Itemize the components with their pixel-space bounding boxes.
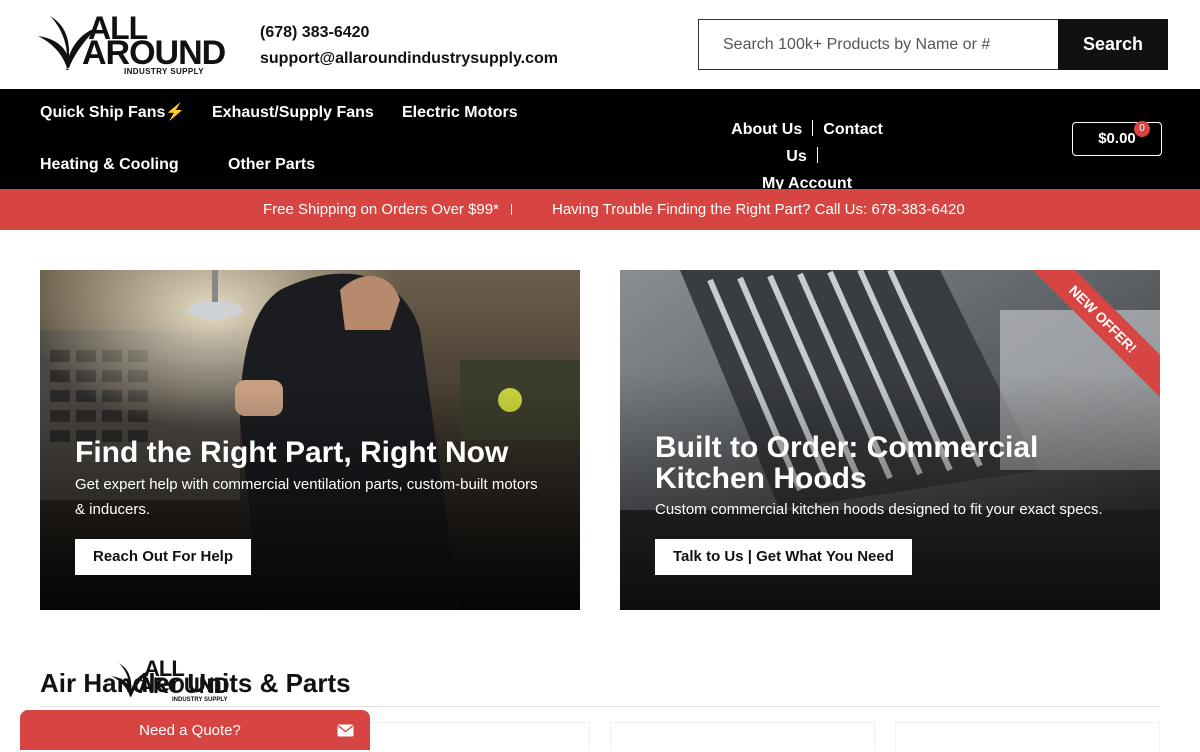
hero-description: Custom commercial kitchen hoods designed… bbox=[655, 501, 1103, 518]
divider bbox=[816, 147, 818, 163]
logo-subtitle: INDUSTRY SUPPLY bbox=[172, 697, 228, 703]
logo-text-around: AROUND bbox=[138, 673, 230, 698]
email-address[interactable]: support@allaroundindustrysupply.com bbox=[260, 46, 558, 72]
talk-to-us-button[interactable]: Talk to Us | Get What You Need bbox=[655, 539, 912, 575]
search-button[interactable]: Search bbox=[1058, 19, 1168, 70]
nav-item-other-parts[interactable]: Other Parts bbox=[228, 157, 315, 173]
promo-bar: Free Shipping on Orders Over $99* Having… bbox=[0, 189, 1200, 230]
divider bbox=[812, 120, 814, 136]
nav-item-electric-motors[interactable]: Electric Motors bbox=[402, 105, 518, 121]
hero-card-find-part: Find the Right Part, Right Now Get exper… bbox=[40, 270, 580, 610]
main-navigation: Quick Ship Fans⚡ Exhaust/Supply Fans Ele… bbox=[0, 89, 1200, 192]
search-input[interactable] bbox=[698, 19, 1059, 70]
hero-card-kitchen-hoods: NEW OFFER! Built to Order: Commercial Ki… bbox=[620, 270, 1160, 610]
cart-total: $0.00 bbox=[1098, 130, 1136, 147]
site-logo[interactable]: ALL AROUND INDUSTRY SUPPLY bbox=[36, 12, 228, 78]
quote-label: Need a Quote? bbox=[139, 722, 241, 739]
need-a-quote-widget[interactable]: Need a Quote? bbox=[20, 710, 370, 750]
phone-number[interactable]: (678) 383-6420 bbox=[260, 20, 558, 46]
divider bbox=[40, 706, 1160, 707]
about-us-link[interactable]: About Us bbox=[731, 121, 802, 138]
hero-title: Find the Right Part, Right Now bbox=[75, 436, 509, 469]
nav-item-exhaust-supply-fans[interactable]: Exhaust/Supply Fans bbox=[212, 105, 374, 121]
promo-call-us[interactable]: Having Trouble Finding the Right Part? C… bbox=[552, 189, 965, 230]
site-header: ALL AROUND INDUSTRY SUPPLY (678) 383-642… bbox=[0, 0, 1200, 89]
contact-info: (678) 383-6420 support@allaroundindustry… bbox=[260, 20, 558, 72]
search-bar: Search bbox=[698, 19, 1168, 70]
logo-subtitle: INDUSTRY SUPPLY bbox=[124, 67, 204, 76]
divider bbox=[511, 204, 512, 215]
cart-button[interactable]: $0.00 0 bbox=[1072, 121, 1162, 156]
nav-item-heating-cooling[interactable]: Heating & Cooling bbox=[40, 157, 179, 173]
reach-out-button[interactable]: Reach Out For Help bbox=[75, 539, 252, 575]
product-card[interactable] bbox=[895, 722, 1160, 750]
envelope-icon bbox=[337, 724, 354, 737]
floating-logo: ALL AROUND INDUSTRY SUPPLY bbox=[110, 658, 245, 706]
nav-item-quick-ship-fans[interactable]: Quick Ship Fans⚡ bbox=[40, 105, 185, 121]
logo-text-around: AROUND bbox=[82, 34, 226, 72]
hero-title: Built to Order: Commercial Kitchen Hoods bbox=[655, 431, 1039, 495]
product-card[interactable] bbox=[610, 722, 875, 750]
hero-description: Get expert help with commercial ventilat… bbox=[75, 476, 538, 518]
cart-count-badge: 0 bbox=[1134, 121, 1150, 137]
promo-free-shipping: Free Shipping on Orders Over $99* bbox=[263, 201, 499, 218]
utility-links: About Us Contact Us My Account bbox=[722, 116, 892, 197]
